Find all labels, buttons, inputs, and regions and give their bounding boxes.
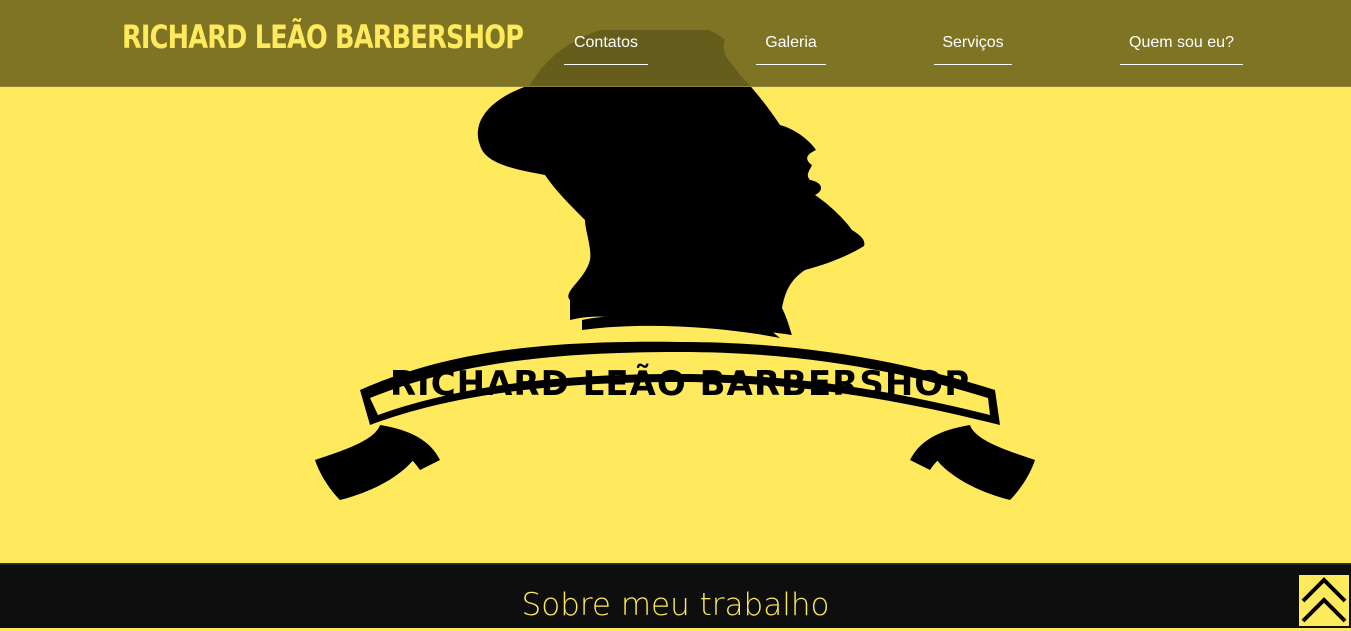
logo-text: RICHARD LEÃO BARBERSHOP: [390, 363, 970, 404]
nav-quem-sou-eu[interactable]: Quem sou eu?: [1120, 32, 1243, 65]
brand-title[interactable]: RICHARD LEÃO BARBERSHOP: [122, 16, 524, 58]
double-chevron-up-icon: [1301, 577, 1347, 623]
top-navbar: RICHARD LEÃO BARBERSHOP Contatos Galeria…: [0, 0, 1351, 87]
back-to-top-button[interactable]: [1299, 575, 1349, 626]
about-title: Sobre meu trabalho: [521, 587, 830, 623]
about-section: Sobre meu trabalho: [0, 563, 1351, 628]
ribbon-banner: RICHARD LEÃO BARBERSHOP: [315, 341, 1035, 500]
nav-galeria[interactable]: Galeria: [756, 32, 826, 65]
nav-contatos[interactable]: Contatos: [564, 32, 648, 65]
nav-servicos[interactable]: Serviços: [934, 32, 1012, 65]
barbershop-logo: RICHARD LEÃO BARBERSHOP: [315, 30, 1035, 500]
